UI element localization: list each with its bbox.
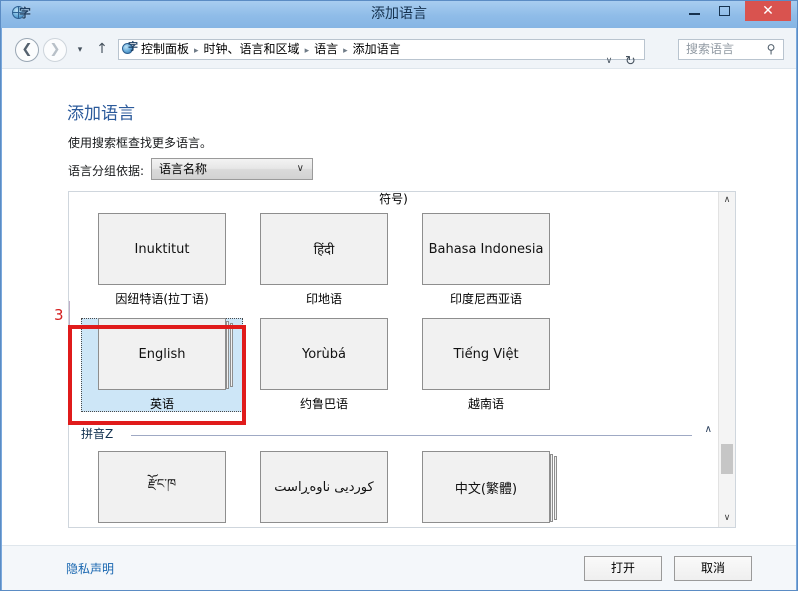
scrollbar-thumb[interactable] [721,444,733,474]
language-tile-box[interactable]: Yorùbá [260,318,388,390]
language-tile-box[interactable]: Tiếng Việt [422,318,550,390]
language-tile[interactable]: 中文(繁體) [405,451,567,527]
language-native-name: Yorùbá [302,346,346,362]
language-localized-name: 印地语 [305,292,342,306]
language-tile[interactable]: རྫོང་ཁ [81,451,243,527]
chevron-up-icon[interactable]: ∧ [705,424,712,435]
language-localized-name: 英语 [149,397,174,411]
language-tile-row: English 英语 Yorùbá 约鲁巴语 Tiếng Việt 越南语 [69,318,718,423]
vertical-scrollbar[interactable]: ∧ ∨ [718,192,735,527]
add-language-window: 字 添加语言 ✕ ❮ ❯ ▾ ↑ 字 控制面板 ▸ 时钟、语言和区域 ▸ 语言 ▸ 添加语言… [0,0,798,591]
minimize-icon [689,13,700,15]
language-native-name: Tiếng Việt [453,346,519,362]
breadcrumb-globe-icon: 字 [122,42,138,57]
language-list-panel[interactable]: 符号) Inuktitut 因纽特语(拉丁语) हिंदी 印地语 Bahasa Ind… [68,191,736,528]
language-tile[interactable]: کوردیی ناوەڕاست [243,451,405,527]
language-tile[interactable]: हिंदी 印地语 [243,213,405,307]
language-localized-name: 印度尼西亚语 [449,292,522,306]
scroll-down-button[interactable]: ∨ [719,510,735,527]
language-tile-row: Inuktitut 因纽特语(拉丁语) हिंदी 印地语 Bahasa Indones… [69,213,718,318]
breadcrumb-separator: ▸ [343,46,348,56]
search-box[interactable]: 搜索语言 ⚲ [678,39,784,60]
language-localized-name: 因纽特语(拉丁语) [115,292,209,306]
page-title: 添加语言 [67,104,135,124]
scroll-up-button[interactable]: ∧ [719,192,735,209]
breadcrumb-separator: ▸ [304,46,310,56]
breadcrumb-item[interactable]: 控制面板 [141,42,189,56]
search-input[interactable]: 搜索语言 [686,40,734,59]
annotation-guide-line [69,301,70,327]
recent-locations-icon[interactable]: ▾ [73,44,87,56]
back-button[interactable]: ❮ [15,38,39,62]
language-list: 符号) Inuktitut 因纽特语(拉丁语) हिंदी 印地语 Bahasa Ind… [69,192,718,527]
annotation-step-number: 3 [54,306,64,324]
minimize-button[interactable] [680,1,709,21]
page-subtitle: 使用搜索框查找更多语言。 [68,136,213,150]
language-tile-box[interactable]: རྫོང་ཁ [98,451,226,523]
search-icon: ⚲ [766,42,776,56]
partial-group-header: 符号) [379,192,408,206]
language-tile-selected[interactable]: English 英语 [81,318,243,412]
language-tile-box[interactable]: Bahasa Indonesia [422,213,550,285]
language-native-name: English [138,346,186,362]
language-group-header[interactable]: 拼音Z ∧ [69,423,718,445]
breadcrumb-item[interactable]: 添加语言 [353,42,401,56]
content-area: 添加语言 使用搜索框查找更多语言。 语言分组依据: 语言名称 ∨ 符号) Inu… [2,69,796,545]
up-button[interactable]: ↑ [95,41,109,57]
close-icon: ✕ [762,3,774,19]
window-title: 添加语言 [371,6,427,22]
breadcrumb-item[interactable]: 时钟、语言和区域 [204,42,300,56]
language-tile-box[interactable]: Inuktitut [98,213,226,285]
language-tile-box[interactable]: کوردیی ناوەڕاست [260,451,388,523]
language-native-name: Inuktitut [134,241,190,257]
language-native-name: རྫོང་ཁ [147,476,177,492]
language-tile-row: རྫོང་ཁ کوردیی ناوەڕاست 中文(繁體) [69,451,718,527]
breadcrumb-item[interactable]: 语言 [314,42,338,56]
language-native-name: हिंदी [313,243,335,258]
language-native-name: کوردیی ناوەڕاست [274,479,374,495]
language-tile-box[interactable]: English [98,318,233,390]
language-tile[interactable]: Tiếng Việt 越南语 [405,318,567,412]
language-tile-box[interactable]: हिंदी [260,213,388,285]
close-button[interactable]: ✕ [745,1,791,21]
language-tile[interactable]: Yorùbá 约鲁巴语 [243,318,405,412]
language-native-name: Bahasa Indonesia [428,241,544,257]
cancel-button[interactable]: 取消 [674,556,752,581]
language-localized-name: 约鲁巴语 [299,397,348,411]
language-native-name: 中文(繁體) [454,481,518,497]
chevron-down-icon: ∨ [296,163,304,174]
open-button[interactable]: 打开 [584,556,662,581]
breadcrumb-dropdown-icon[interactable]: ∨ [601,53,617,70]
breadcrumb: 控制面板 ▸ 时钟、语言和区域 ▸ 语言 ▸ 添加语言 [141,40,401,59]
title-bar: 字 添加语言 ✕ [1,1,797,28]
language-tile[interactable]: Inuktitut 因纽特语(拉丁语) [81,213,243,307]
breadcrumb-bar[interactable]: 字 控制面板 ▸ 时钟、语言和区域 ▸ 语言 ▸ 添加语言 ∨ ↻ [118,39,645,69]
language-localized-name: 越南语 [467,397,504,411]
address-bar: ❮ ❯ ▾ ↑ 字 控制面板 ▸ 时钟、语言和区域 ▸ 语言 ▸ 添加语言 ∨ ↻ 搜索语言… [2,28,796,69]
language-tile[interactable]: Bahasa Indonesia 印度尼西亚语 [405,213,567,307]
maximize-icon [719,6,730,16]
footer-bar: 隐私声明 打开 取消 [2,545,796,590]
language-tile-box[interactable]: 中文(繁體) [422,451,557,523]
forward-button[interactable]: ❯ [43,38,67,62]
group-divider [131,435,692,436]
group-by-select[interactable]: 语言名称 ∨ [151,158,313,180]
breadcrumb-separator: ▸ [194,46,199,56]
group-by-value: 语言名称 [159,162,208,176]
privacy-statement-link[interactable]: 隐私声明 [66,560,114,577]
maximize-button[interactable] [710,1,739,21]
group-by-label: 语言分组依据: [68,164,145,178]
group-title: 拼音Z [81,427,114,441]
